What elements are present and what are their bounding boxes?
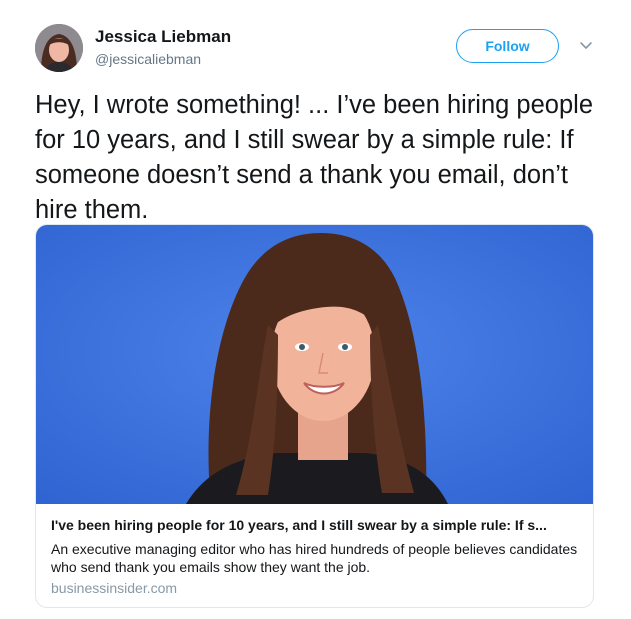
tweet-text: Hey, I wrote something! ... I’ve been hi… [35,91,593,224]
tweet: Jessica Liebman @jessicaliebman Follow H… [0,0,631,619]
card-title[interactable]: I've been hiring people for 10 years, an… [51,517,581,533]
author-handle[interactable]: @jessicaliebman [95,51,201,67]
avatar[interactable] [35,24,83,72]
chevron-down-icon[interactable] [578,39,594,51]
card-description: An executive managing editor who has hir… [51,541,578,575]
link-card[interactable]: I've been hiring people for 10 years, an… [35,224,594,608]
avatar-image [35,24,83,72]
card-image[interactable] [36,225,593,504]
author-name[interactable]: Jessica Liebman [95,27,231,47]
follow-button[interactable]: Follow [456,29,559,63]
card-domain: businessinsider.com [51,580,178,596]
